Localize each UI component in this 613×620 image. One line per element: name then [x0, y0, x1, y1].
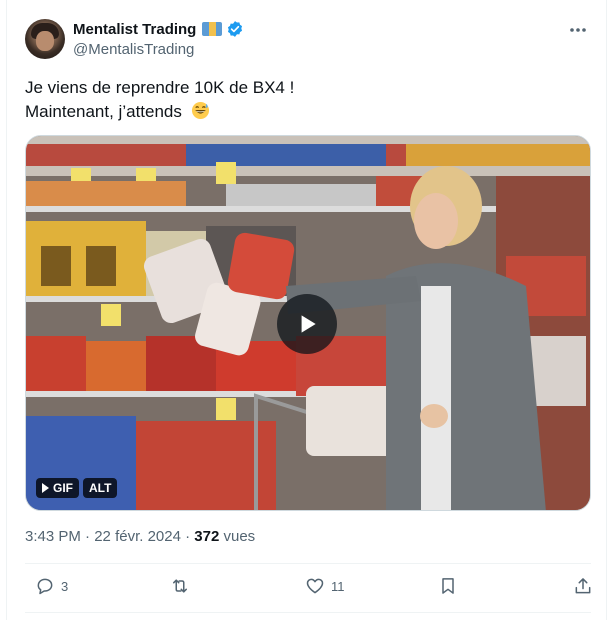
tweet-date[interactable]: 22 févr. 2024: [94, 528, 181, 545]
gif-play-icon: [42, 483, 49, 493]
media-badges: GIF ALT: [36, 478, 118, 498]
share-button[interactable]: [573, 576, 593, 596]
views-count: 372: [194, 528, 220, 545]
reply-button[interactable]: 3: [35, 576, 68, 596]
gif-media[interactable]: GIF ALT: [25, 135, 591, 511]
grinning-sweat-emoji-icon: [191, 101, 209, 120]
tweet-text: Je viens de reprendre 10K de BX4 ! Maint…: [25, 76, 294, 124]
action-bar: 3 11: [25, 573, 591, 603]
author-name-row: Mentalist Trading: [73, 20, 244, 38]
reply-count: 3: [61, 578, 69, 594]
repost-button[interactable]: [170, 576, 196, 596]
repost-icon: [173, 579, 187, 593]
meta-separator: ·: [85, 528, 91, 545]
divider-bottom: [25, 612, 591, 613]
bookmark-icon: [442, 578, 454, 594]
share-icon: [575, 578, 591, 594]
tweet-meta: 3:43 PM · 22 févr. 2024 · 372 vues: [25, 528, 255, 545]
tweet-line-2: Maintenant, j’attends: [25, 100, 294, 124]
author-handle[interactable]: @MentalisTrading: [73, 41, 194, 58]
play-icon: [301, 315, 316, 333]
tweet-line-2-text: Maintenant, j’attends: [25, 102, 182, 121]
gif-label: GIF: [53, 481, 73, 495]
like-count: 11: [331, 578, 345, 594]
bookmark-button[interactable]: [438, 576, 458, 596]
alt-badge[interactable]: ALT: [83, 478, 118, 498]
tweet-line-1: Je viens de reprendre 10K de BX4 !: [25, 78, 295, 97]
heart-icon: [306, 578, 324, 594]
views-label: vues: [223, 528, 256, 545]
reply-icon: [37, 578, 53, 595]
alt-label: ALT: [89, 481, 112, 495]
display-name[interactable]: Mentalist Trading: [73, 21, 196, 38]
like-button[interactable]: 11: [305, 576, 345, 596]
tweet-time[interactable]: 3:43 PM: [25, 528, 81, 545]
play-button[interactable]: [277, 294, 337, 354]
tweet-card: Mentalist Trading @MentalisTrading Je vi…: [6, 0, 607, 620]
gif-badge[interactable]: GIF: [36, 478, 79, 498]
more-options-icon[interactable]: [568, 24, 588, 36]
flag-icon: [202, 22, 223, 36]
meta-separator-2: ·: [185, 528, 191, 545]
avatar[interactable]: [25, 19, 65, 59]
verified-badge-icon[interactable]: [226, 20, 244, 38]
divider: [25, 563, 591, 564]
